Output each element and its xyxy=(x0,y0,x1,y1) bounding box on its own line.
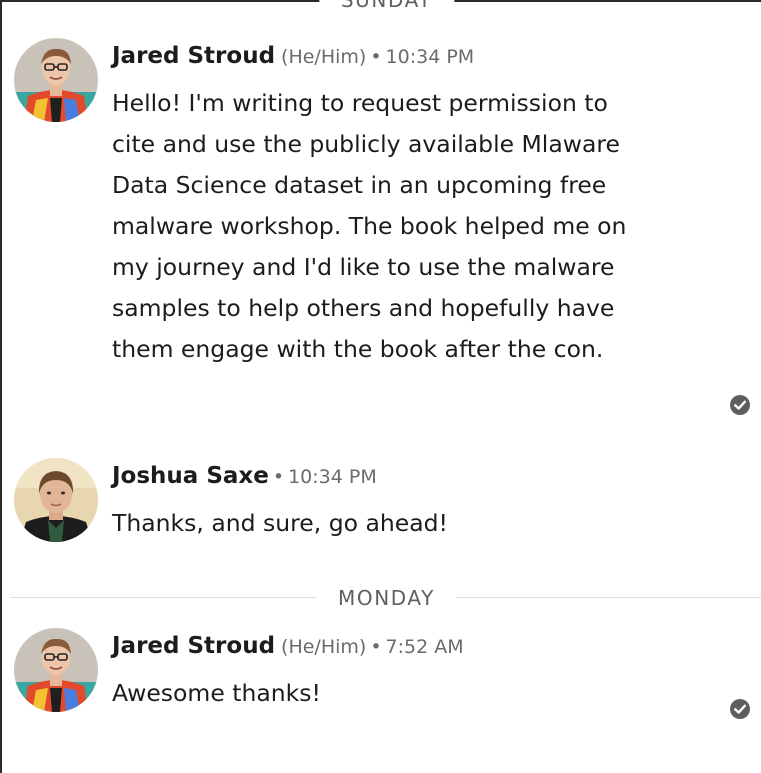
message-header: Jared Stroud (He/Him) • 7:52 AM xyxy=(112,628,759,664)
author-pronouns: (He/Him) xyxy=(281,636,367,658)
message-timestamp[interactable]: 10:34 PM xyxy=(288,466,377,488)
meta-separator: • xyxy=(370,46,382,68)
check-circle-icon xyxy=(730,699,750,719)
message-body: Jared Stroud (He/Him) • 7:52 AM Awesome tha… xyxy=(112,628,759,714)
message-timestamp[interactable]: 7:52 AM xyxy=(386,636,464,658)
check-circle-icon xyxy=(730,395,750,415)
message-text: Awesome thanks! xyxy=(112,679,321,707)
author-name[interactable]: Jared Stroud xyxy=(112,633,275,659)
message-text: Hello! I'm writing to request permission… xyxy=(112,89,627,363)
meta-separator: • xyxy=(370,636,382,658)
message-body: Jared Stroud (He/Him) • 10:34 PM Hello! I'm… xyxy=(112,38,759,370)
avatar[interactable] xyxy=(14,38,98,122)
conversation-pane: SUNDAY Jared Stroud (He/Him) • 10:34 PM … xyxy=(0,0,761,773)
day-divider-label[interactable]: SUNDAY xyxy=(318,0,455,12)
author-pronouns: (He/Him) xyxy=(281,46,367,68)
message-header: Joshua Saxe • 10:34 PM xyxy=(112,458,759,494)
author-name[interactable]: Jared Stroud xyxy=(112,43,275,69)
message-text: Thanks, and sure, go ahead! xyxy=(112,509,448,537)
avatar[interactable] xyxy=(14,628,98,712)
day-divider-label[interactable]: MONDAY xyxy=(316,586,457,610)
avatar[interactable] xyxy=(14,458,98,542)
message-header: Jared Stroud (He/Him) • 10:34 PM xyxy=(112,38,759,74)
meta-separator: • xyxy=(272,466,285,488)
author-name[interactable]: Joshua Saxe xyxy=(112,463,269,489)
message-body: Joshua Saxe • 10:34 PM Thanks, and sure, g… xyxy=(112,458,759,544)
day-divider-monday: MONDAY xyxy=(10,586,761,610)
message-timestamp[interactable]: 10:34 PM xyxy=(386,46,475,68)
day-divider-sunday: SUNDAY xyxy=(10,0,761,12)
